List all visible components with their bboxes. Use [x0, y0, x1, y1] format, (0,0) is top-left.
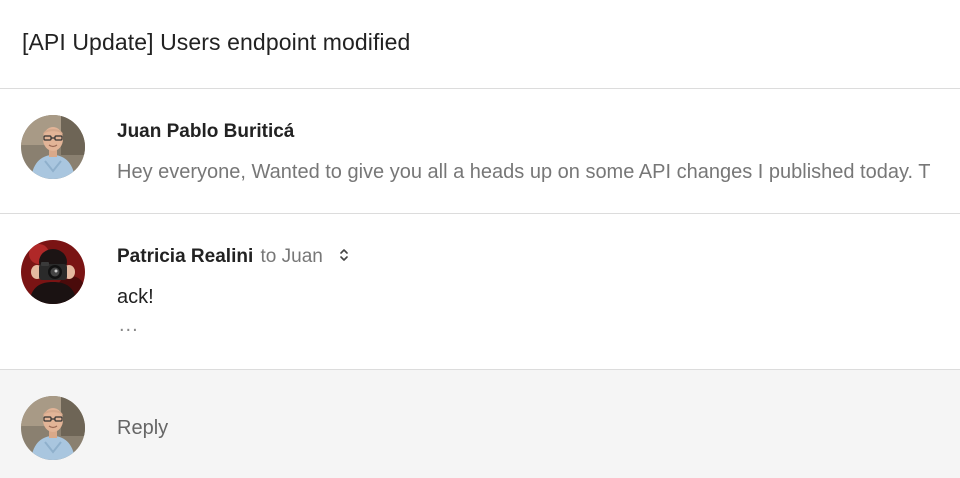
show-trimmed-content-button[interactable]: ...	[119, 314, 139, 337]
thread-subject: [API Update] Users endpoint modified	[22, 29, 411, 55]
person-avatar-icon	[21, 115, 85, 179]
recipient-prefix: to	[260, 246, 277, 267]
reply-input[interactable]: Reply	[117, 417, 168, 440]
email-thread: [API Update] Users endpoint modified Jua…	[0, 0, 960, 478]
message-collapsed[interactable]: Juan Pablo Buriticá Hey everyone, Wanted…	[0, 89, 960, 214]
message-body: ack!	[117, 286, 154, 308]
sender-avatar[interactable]	[21, 240, 85, 304]
current-user-avatar	[21, 396, 85, 460]
recipient-name: Juan	[281, 246, 323, 267]
reply-bar[interactable]: Reply	[0, 370, 960, 478]
sender-avatar[interactable]	[21, 115, 85, 179]
sender-name: Patricia Realini	[117, 246, 254, 267]
person-avatar-icon	[21, 396, 85, 460]
message-expanded: Patricia Realini to Juan ack! ...	[0, 214, 960, 370]
message-snippet: Hey everyone, Wanted to give you all a h…	[117, 161, 931, 183]
sender-line: Juan Pablo Buriticá	[117, 121, 294, 143]
subject-bar: [API Update] Users endpoint modified	[0, 0, 960, 89]
sender-line: Patricia Realini to Juan	[117, 246, 350, 268]
camera-person-avatar-icon	[21, 240, 85, 304]
chevron-up-down-icon[interactable]	[338, 246, 350, 264]
sender-name: Juan Pablo Buriticá	[117, 121, 295, 142]
